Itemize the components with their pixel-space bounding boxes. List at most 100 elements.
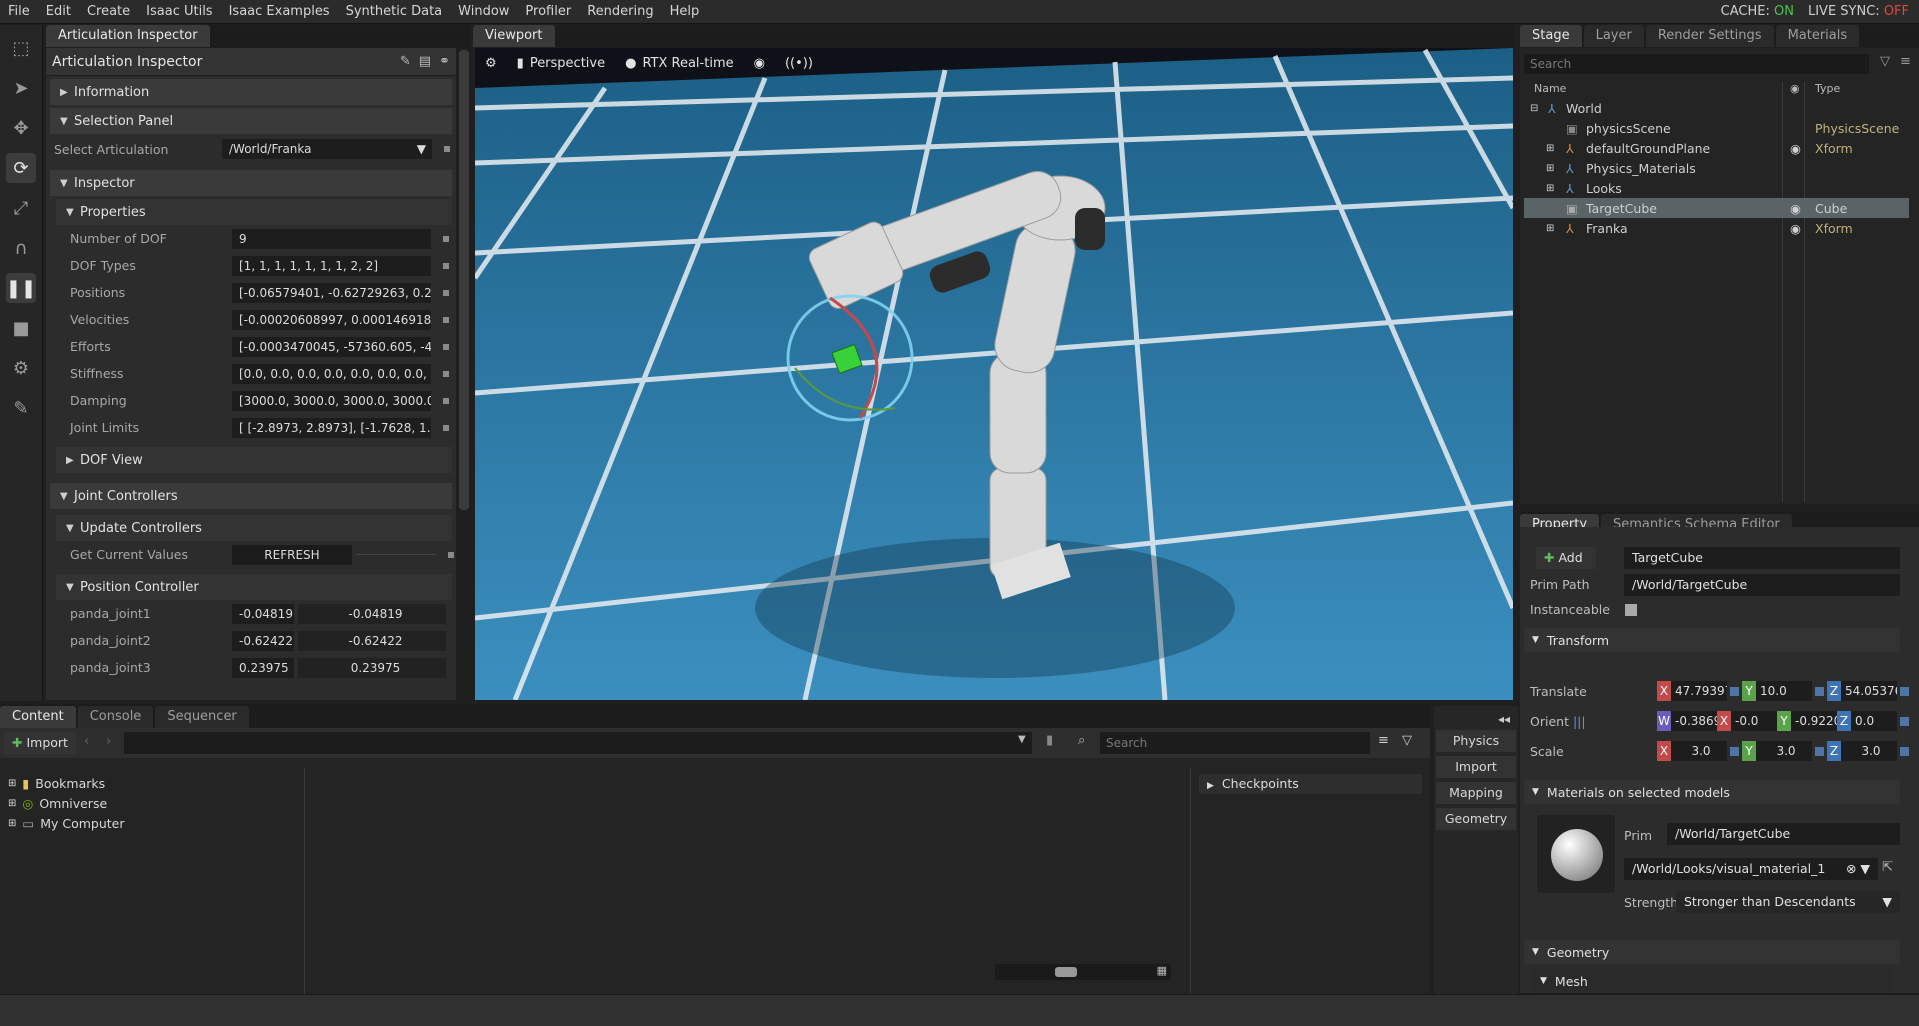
menu-profiler[interactable]: Profiler (517, 0, 579, 24)
column-name[interactable]: Name (1534, 82, 1566, 95)
visibility-eye-icon[interactable]: ◉ (1790, 141, 1801, 156)
broadcast-icon[interactable]: ((•)) (785, 56, 813, 71)
tab-materials[interactable]: Materials (1775, 25, 1860, 47)
select-articulation-dropdown[interactable]: /World/Franka ▼ (222, 139, 432, 159)
property-value[interactable]: [ [-2.8973, 2.8973], [-1.7628, 1.7628 (232, 417, 431, 438)
camera-selector[interactable]: ▮ Perspective (517, 56, 605, 71)
filter-icon[interactable]: ▽ (1402, 733, 1412, 748)
reset-dot-icon[interactable] (443, 289, 449, 296)
clear-icon[interactable]: ⊗ ▼ (1846, 858, 1870, 880)
reset-dot-icon[interactable] (448, 551, 454, 558)
collapse-panel-icon[interactable]: ◂◂ (1434, 706, 1518, 726)
translate-x[interactable]: 47.79397 (1671, 681, 1727, 701)
tab-render-settings[interactable]: Render Settings (1645, 25, 1774, 47)
section-properties[interactable]: ▼ Properties (56, 199, 452, 225)
menu-edit[interactable]: Edit (38, 0, 79, 24)
menu-isaac-utils[interactable]: Isaac Utils (138, 0, 220, 24)
filter-icon[interactable]: ▽ (1880, 54, 1890, 69)
orient-z[interactable]: 0.0 (1851, 711, 1897, 731)
visibility-eye-icon[interactable]: ◉ (1790, 201, 1801, 216)
zoom-slider-handle[interactable] (1055, 967, 1077, 977)
mapping-button[interactable]: Mapping (1436, 782, 1516, 804)
robot-icon[interactable]: ⚙ (6, 353, 36, 383)
stage-row[interactable]: ▣ physicsScene PhysicsScene (1524, 118, 1909, 138)
orient-mode-icon[interactable]: ||| (1573, 714, 1586, 729)
folder-icon[interactable]: ▤ (419, 54, 431, 69)
physics-button[interactable]: Physics (1436, 730, 1516, 752)
inspector-scrollbar[interactable] (459, 50, 469, 510)
expand-icon[interactable]: ⊞ (1546, 143, 1554, 154)
grid-view-icon[interactable]: ▦ (1157, 964, 1167, 977)
tab-articulation-inspector[interactable]: Articulation Inspector (46, 25, 210, 47)
cache-status[interactable]: CACHE: ON (1721, 4, 1794, 19)
add-button[interactable]: ✚ Add (1536, 547, 1596, 569)
forward-arrow-icon[interactable]: › (106, 734, 111, 749)
paint-icon[interactable]: ✎ (6, 393, 36, 423)
prim-path-field[interactable]: /World/TargetCube (1624, 574, 1900, 596)
strength-dropdown[interactable]: Stronger than Descendants ▼ (1676, 891, 1900, 913)
joint-value-field[interactable]: 0.23975 (232, 657, 294, 678)
scale-z[interactable]: 3.0 (1841, 741, 1897, 761)
snap-icon[interactable]: ∩ (6, 233, 36, 263)
stop-icon[interactable]: ■ (6, 313, 36, 343)
scale-icon[interactable]: ⤢ (6, 193, 36, 223)
content-search-input[interactable]: Search (1100, 732, 1370, 754)
chevron-down-icon[interactable]: ▼ (1018, 734, 1026, 745)
section-inspector[interactable]: ▼ Inspector (50, 170, 452, 196)
tree-item-bookmarks[interactable]: ⊞ ▮ Bookmarks (8, 776, 105, 791)
expand-icon[interactable]: ⊞ (1546, 163, 1554, 174)
property-value[interactable]: [3000.0, 3000.0, 3000.0, 3000.0, 30 (232, 390, 431, 411)
reset-dot-icon[interactable] (443, 370, 449, 377)
geometry-button[interactable]: Geometry (1436, 808, 1516, 830)
tab-content[interactable]: Content (0, 706, 76, 728)
key-icon[interactable] (1900, 746, 1909, 756)
section-dof-view[interactable]: ▶ DOF View (56, 447, 452, 473)
zoom-slider[interactable]: ▦ (995, 964, 1171, 980)
tab-stage[interactable]: Stage (1520, 25, 1582, 47)
select-arrow-icon[interactable]: ➤ (6, 73, 36, 103)
material-prim-field[interactable]: /World/TargetCube (1667, 823, 1900, 845)
back-arrow-icon[interactable]: ‹ (84, 734, 89, 749)
expand-icon[interactable]: ⊞ (8, 778, 16, 789)
property-value[interactable]: [-0.0003470045, -57360.605, -4224 (232, 336, 431, 357)
key-icon[interactable] (1815, 746, 1824, 756)
translate-z[interactable]: 54.05376 (1841, 681, 1897, 701)
stage-row[interactable]: ⊟ ⅄ World (1524, 98, 1909, 118)
move-icon[interactable]: ✥ (6, 113, 36, 143)
section-selection-panel[interactable]: ▼ Selection Panel (50, 108, 452, 134)
key-icon[interactable] (1730, 686, 1739, 696)
joint-value-field[interactable]: -0.62422 (232, 630, 294, 651)
edit-icon[interactable]: ✎ (400, 54, 411, 69)
section-information[interactable]: ▶ Information (50, 79, 452, 105)
orient-x[interactable]: -0.0 (1731, 711, 1777, 731)
prim-name-field[interactable]: TargetCube (1624, 547, 1900, 569)
reset-dot-icon[interactable] (443, 262, 449, 269)
property-value[interactable]: [1, 1, 1, 1, 1, 1, 1, 2, 2] (232, 255, 431, 276)
property-value[interactable]: [-0.06579401, -0.62729263, 0.2549 (232, 282, 431, 303)
menu-help[interactable]: Help (662, 0, 708, 24)
tree-item-omniverse[interactable]: ⊞ ◎ Omniverse (8, 796, 107, 811)
material-path-dropdown[interactable]: /World/Looks/visual_material_1 ⊗ ▼ (1624, 858, 1878, 880)
reset-dot-icon[interactable] (443, 343, 449, 350)
reset-dot-icon[interactable] (444, 146, 450, 152)
options-menu-icon[interactable]: ≡ (1900, 54, 1911, 69)
menu-create[interactable]: Create (79, 0, 138, 24)
expand-icon[interactable]: ⊞ (8, 818, 16, 829)
pause-icon[interactable]: ❚❚ (6, 273, 36, 303)
key-icon[interactable] (1900, 716, 1909, 726)
joint-slider[interactable]: -0.62422 (298, 630, 446, 651)
property-value[interactable]: [-0.00020608997, 0.00014691833, (232, 309, 431, 330)
menu-window[interactable]: Window (450, 0, 517, 24)
scale-y[interactable]: 3.0 (1756, 741, 1812, 761)
reset-dot-icon[interactable] (443, 316, 449, 323)
stage-search-input[interactable]: Search (1524, 54, 1869, 74)
key-icon[interactable] (1900, 686, 1909, 696)
expand-icon[interactable]: ⊞ (1546, 183, 1554, 194)
live-sync-status[interactable]: LIVE SYNC: OFF (1808, 4, 1909, 19)
reset-dot-icon[interactable] (443, 424, 449, 431)
stage-row[interactable]: ⊞ ⅄ Physics_Materials (1524, 158, 1909, 178)
section-geometry[interactable]: ▼ Geometry (1524, 940, 1900, 964)
import-button[interactable]: ✚ Import (4, 732, 76, 754)
tab-console[interactable]: Console (77, 706, 154, 728)
reset-dot-icon[interactable] (443, 397, 449, 404)
